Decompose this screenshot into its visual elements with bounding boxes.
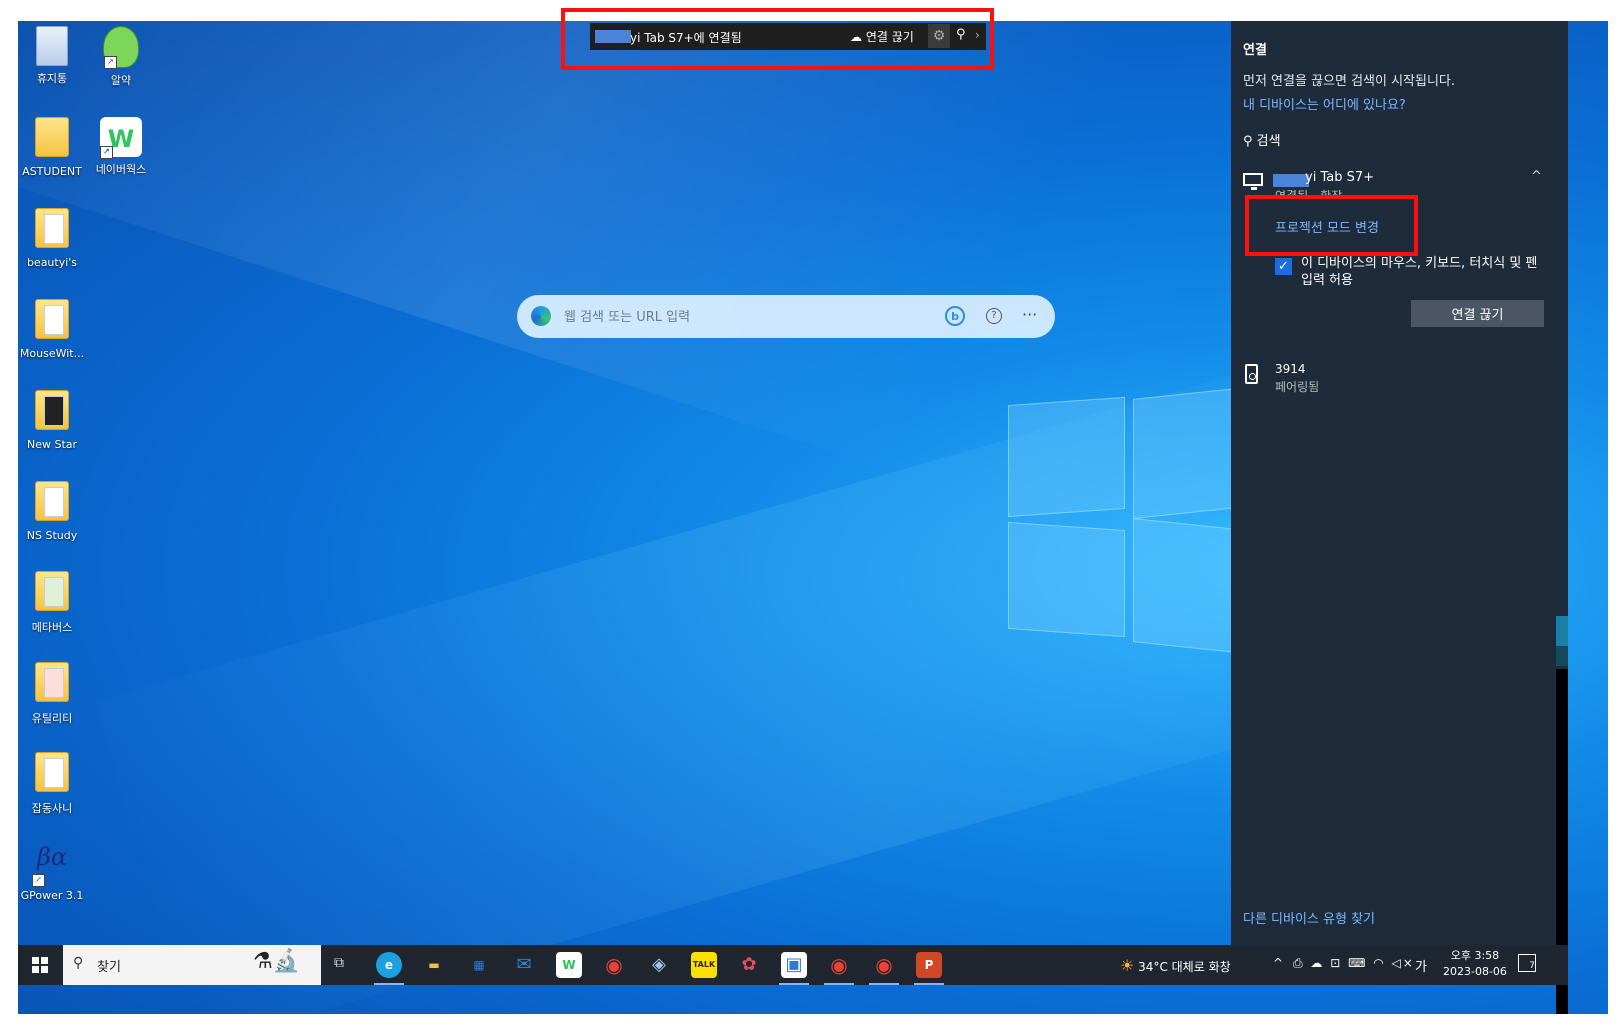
device-name[interactable]: yi Tab S7+ <box>1305 170 1374 185</box>
chevron-up-icon[interactable]: ^ <box>1531 169 1542 184</box>
task-view-icon[interactable]: ⧉ <box>334 955 344 971</box>
desktop-icon-label: 유틸리티 <box>31 712 73 725</box>
desktop-icon-label: beautyi's <box>26 256 78 269</box>
desktop-icon-label: New Star <box>26 438 78 451</box>
weather-widget[interactable]: ☀ 34°C 대체로 화창 <box>1120 956 1231 975</box>
naver-works-icon: W ↗ <box>100 117 142 159</box>
weather-icon: ☀ <box>1120 956 1135 975</box>
calendar-icon[interactable]: ▣ <box>779 952 809 985</box>
chrome-icon[interactable]: ◉ <box>601 952 627 978</box>
connect-panel: 연결 먼저 연결을 끊으면 검색이 시작됩니다. 내 디바이스는 어디에 있나요… <box>1231 21 1556 945</box>
folder-icon <box>32 752 72 796</box>
highlight-box-projection-mode <box>1245 195 1418 256</box>
redacted-device-name <box>1273 174 1309 187</box>
desktop-icon-ns-study[interactable]: NS Study <box>15 481 89 542</box>
alyac-icon: ↗ <box>103 26 139 69</box>
microsoft-store-icon[interactable]: ▦ <box>466 952 492 978</box>
folder-icon <box>32 481 72 525</box>
weather-text: 34°C 대체로 화창 <box>1138 960 1231 974</box>
desktop-icon-new-star[interactable]: New Star <box>15 390 89 451</box>
desktop-icon-alyac[interactable]: ↗ 알약 <box>84 26 158 88</box>
chevron-up-icon[interactable]: ^ <box>1273 956 1283 970</box>
speaker-icon <box>1245 364 1258 384</box>
desktop-icon-misc[interactable]: 잡동사니 <box>15 752 89 816</box>
more-options-icon[interactable]: ··· <box>1022 305 1037 324</box>
monitor-icon <box>1243 173 1263 190</box>
search-highlight-illustration: ⚗🔬 <box>253 949 301 974</box>
chrome-icon[interactable]: ◉ <box>824 952 854 985</box>
desktop-icon-utility[interactable]: 유틸리티 <box>15 662 89 726</box>
panel-search-label: 검색 <box>1256 134 1281 149</box>
web-search-box[interactable]: b ? ··· <box>517 295 1055 338</box>
edge-icon[interactable]: e <box>374 952 404 985</box>
desktop-icon-mousewit[interactable]: MouseWit... <box>15 299 89 360</box>
powerpoint-icon[interactable]: P <box>914 952 944 985</box>
taskbar-search[interactable]: ⚲ 찾기 ⚗🔬 <box>63 945 321 985</box>
clock[interactable]: 오후 3:58 2023-08-06 <box>1443 948 1507 980</box>
folder-icon <box>32 571 72 615</box>
allow-input-checkbox[interactable]: ✓ <box>1275 258 1292 275</box>
chrome-icon[interactable]: ◉ <box>869 952 899 985</box>
desktop-icon-astudent[interactable]: ASTUDENT <box>15 117 89 178</box>
taskbar: ⚲ 찾기 ⚗🔬 ⧉ e ▬ ▦ ✉ W ◉ ◈ TALK ✿ ▣ ◉ ◉ P ☀… <box>18 945 1568 985</box>
folder-icon <box>32 662 72 706</box>
search-icon: ⚲ <box>73 955 84 971</box>
desktop-icon-label: 메타버스 <box>31 621 73 634</box>
web-search-input[interactable] <box>562 304 916 330</box>
folder-icon <box>32 208 72 252</box>
file-explorer-icon[interactable]: ▬ <box>421 952 447 978</box>
gpower-icon: βα ↗ <box>32 843 72 887</box>
desktop-icon-label: NS Study <box>26 529 78 542</box>
folder-icon <box>32 390 72 434</box>
panel-description: 먼저 연결을 끊으면 검색이 시작됩니다. <box>1243 74 1456 89</box>
panel-title: 연결 <box>1243 43 1267 58</box>
recycle-bin-icon <box>36 26 68 66</box>
desktop-icon-recycle-bin[interactable]: 휴지통 <box>15 26 89 86</box>
where-is-my-device-link[interactable]: 내 디바이스는 어디에 있나요? <box>1243 94 1406 113</box>
search-icon: ⚲ <box>1243 134 1253 149</box>
taskbar-search-label: 찾기 <box>97 960 121 975</box>
desktop-icon-label: GPower 3.1 <box>20 889 84 902</box>
allow-input-label: 이 디바이스의 마우스, 키보드, 터치식 및 펜 입력 허용 <box>1301 256 1538 288</box>
clock-date: 2023-08-06 <box>1443 965 1507 978</box>
folder-icon <box>32 117 72 161</box>
system-tray-icons[interactable]: ⎙ ☁ ⊡ ⌨ ◠ ◁× <box>1293 956 1415 971</box>
clock-time: 오후 3:58 <box>1450 949 1500 962</box>
desktop-icon-label: 네이버웍스 <box>95 163 147 176</box>
notes-icon[interactable]: ◈ <box>646 952 672 978</box>
desktop-icon-naver-works[interactable]: W ↗ 네이버웍스 <box>84 117 158 177</box>
desktop-icon-label: MouseWit... <box>19 347 85 360</box>
bing-icon[interactable]: b <box>945 306 965 326</box>
device2-name[interactable]: 3914 <box>1275 362 1306 376</box>
desktop-icon-metaverse[interactable]: 메타버스 <box>15 571 89 635</box>
desktop-icon-beautyis[interactable]: beautyi's <box>15 208 89 269</box>
desktop-icon-gpower[interactable]: βα ↗ GPower 3.1 <box>15 843 89 902</box>
desktop-icon-label: ASTUDENT <box>22 165 82 178</box>
help-icon[interactable]: ? <box>986 308 1002 324</box>
panel-search[interactable]: ⚲ 검색 <box>1243 130 1281 149</box>
edge-icon <box>531 306 551 326</box>
device2-status: 페어링됨 <box>1275 380 1320 394</box>
screen-edge-strip <box>1556 21 1568 1014</box>
highlight-box-connection-bar <box>561 8 994 70</box>
find-other-devices-link[interactable]: 다른 디바이스 유형 찾기 <box>1243 908 1375 927</box>
windows-start-icon[interactable] <box>32 957 48 973</box>
naver-works-icon[interactable]: W <box>556 952 582 978</box>
desktop-icon-label: 잡동사니 <box>31 802 73 815</box>
paint-icon[interactable]: ✿ <box>736 952 762 978</box>
folder-icon <box>32 299 72 343</box>
disconnect-button[interactable]: 연결 끊기 <box>1411 300 1544 327</box>
notification-center-icon[interactable]: 7 <box>1518 954 1536 972</box>
mail-icon[interactable]: ✉ <box>511 952 537 978</box>
ime-indicator[interactable]: 가 <box>1415 956 1427 975</box>
desktop-icon-label: 알약 <box>110 74 132 87</box>
desktop-icon-label: 휴지통 <box>36 72 68 85</box>
kakaotalk-icon[interactable]: TALK <box>691 952 717 978</box>
